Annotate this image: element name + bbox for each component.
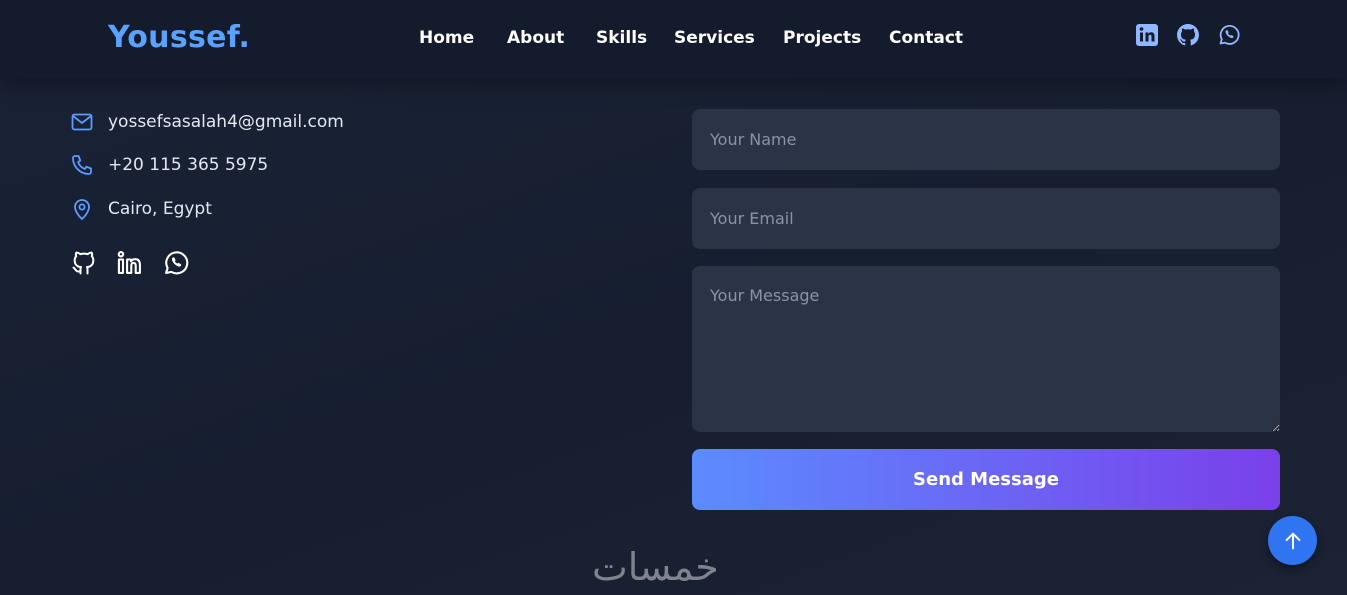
- github-icon[interactable]: [1176, 23, 1200, 47]
- mail-icon: [70, 110, 94, 134]
- linkedin-icon[interactable]: [116, 249, 144, 277]
- scroll-to-top-button[interactable]: [1268, 516, 1317, 565]
- contact-email[interactable]: yossefsasalah4@gmail.com: [108, 112, 344, 132]
- site-header: Youssef. Home About Skills Services Proj…: [0, 0, 1347, 78]
- nav-about[interactable]: About: [507, 28, 564, 48]
- contact-email-row: yossefsasalah4@gmail.com: [70, 109, 344, 135]
- contact-location-row: Cairo, Egypt: [70, 196, 212, 222]
- github-icon[interactable]: [70, 249, 98, 277]
- nav-skills[interactable]: Skills: [596, 28, 647, 48]
- message-textarea[interactable]: [692, 266, 1280, 432]
- nav-services[interactable]: Services: [674, 28, 755, 48]
- whatsapp-icon[interactable]: [1217, 23, 1241, 47]
- linkedin-icon[interactable]: [1135, 23, 1159, 47]
- watermark-logo: خمسات: [592, 545, 719, 589]
- arrow-up-icon: [1285, 532, 1300, 549]
- contact-phone-row: +20 115 365 5975: [70, 152, 268, 178]
- site-logo[interactable]: Youssef.: [108, 20, 250, 55]
- send-message-button[interactable]: Send Message: [692, 449, 1280, 510]
- nav-projects[interactable]: Projects: [783, 28, 861, 48]
- contact-location: Cairo, Egypt: [108, 199, 212, 219]
- name-input[interactable]: [692, 109, 1280, 170]
- whatsapp-icon[interactable]: [162, 249, 190, 277]
- nav-contact[interactable]: Contact: [889, 28, 963, 48]
- phone-icon: [70, 153, 94, 177]
- contact-phone[interactable]: +20 115 365 5975: [108, 155, 268, 175]
- location-pin-icon: [70, 197, 94, 221]
- nav-home[interactable]: Home: [419, 28, 474, 48]
- email-input[interactable]: [692, 188, 1280, 249]
